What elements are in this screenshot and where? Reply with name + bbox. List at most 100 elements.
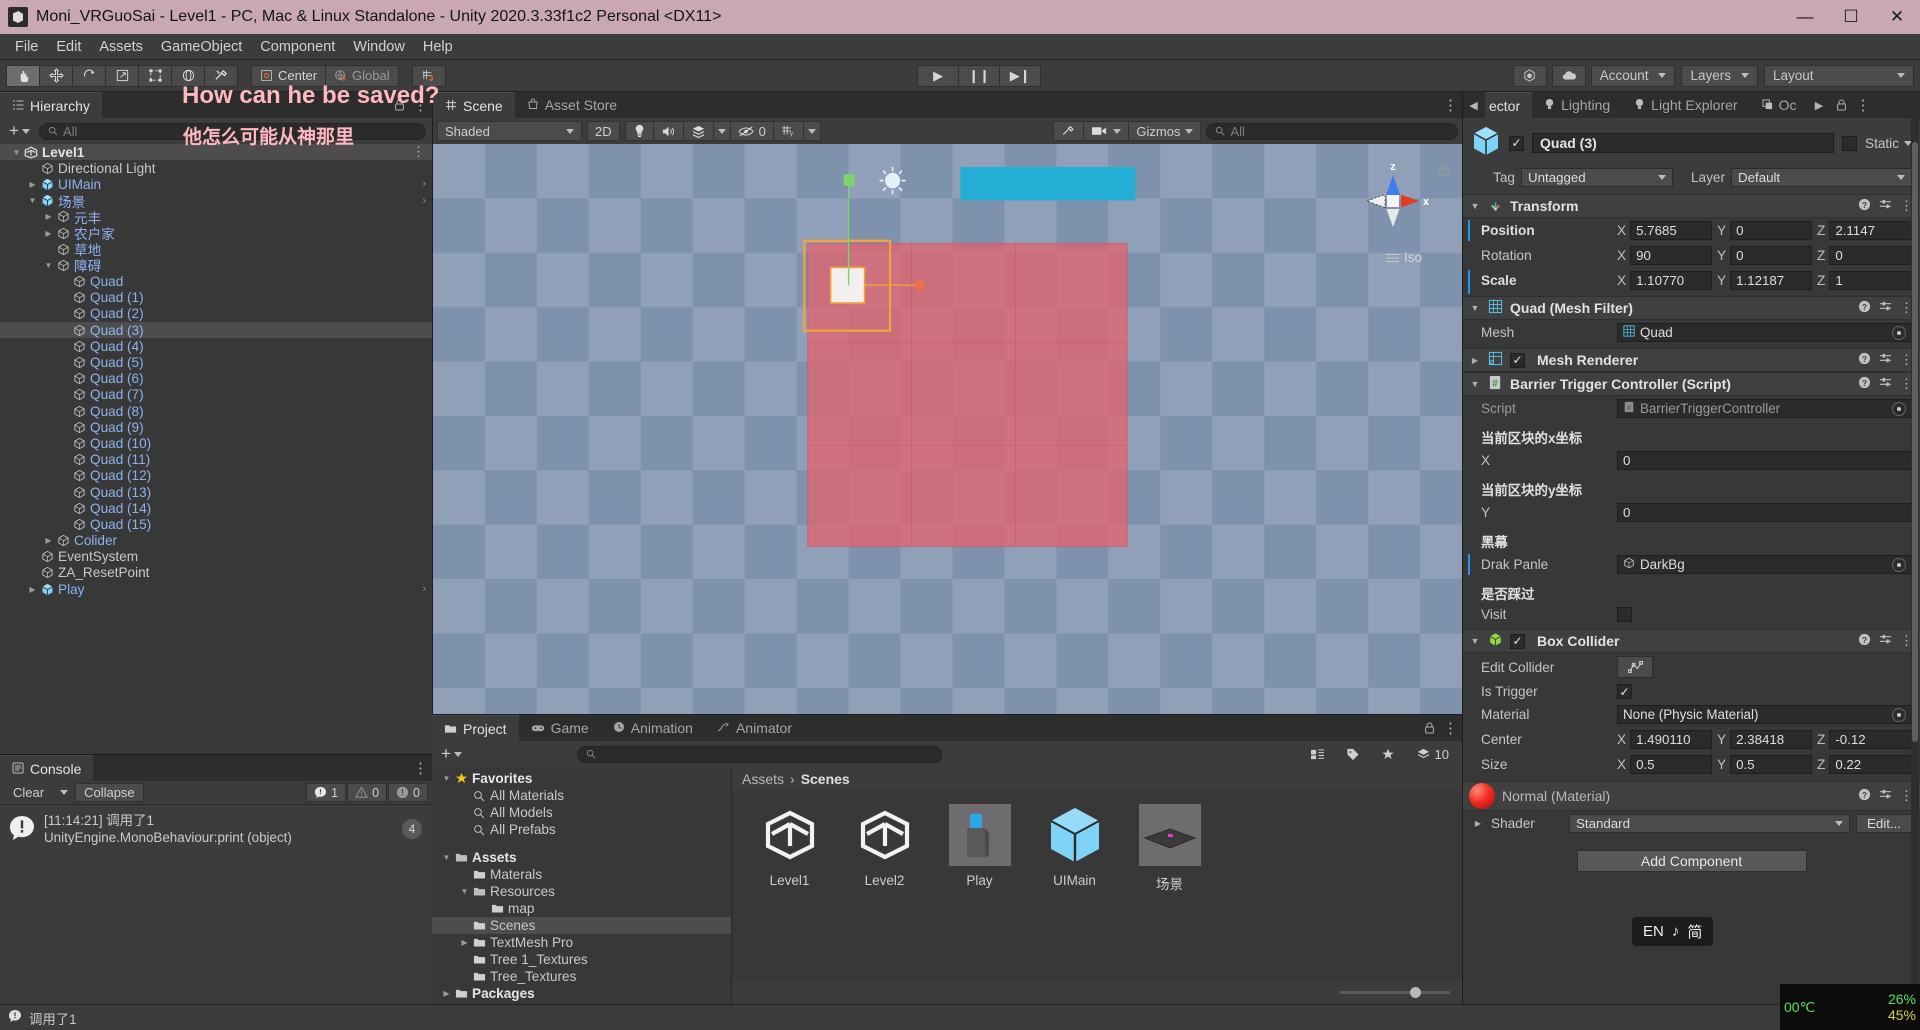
tab-lighting[interactable]: Lighting [1532, 92, 1623, 118]
project-favorite-button[interactable] [1373, 744, 1403, 764]
foldout-arrow-icon[interactable]: ▼ [1469, 303, 1481, 313]
inspector-scroll-area[interactable]: ✓ Quad (3) Static Tag Untagged Layer Def… [1463, 118, 1920, 1004]
component-header-mesh-filter[interactable]: ▼ Quad (Mesh Filter) ? ⋮ [1463, 296, 1920, 320]
dark-panel-object-field[interactable]: DarkBg [1617, 555, 1912, 574]
scale-tool-button[interactable] [105, 64, 139, 87]
twisty-icon[interactable]: ▶ [440, 989, 453, 998]
help-icon[interactable]: ? [1858, 376, 1871, 392]
asset-item[interactable]: Level1 [742, 804, 837, 888]
hierarchy-row[interactable]: ▶ Play › [0, 581, 432, 597]
hierarchy-row[interactable]: Quad (6) [0, 371, 432, 387]
hierarchy-add-button[interactable]: + [6, 121, 33, 141]
scene-grid-button[interactable]: Y [772, 121, 804, 141]
hierarchy-row[interactable]: Quad (8) [0, 403, 432, 419]
project-filter-type-button[interactable] [1302, 744, 1333, 764]
twisty-icon[interactable]: ▼ [42, 261, 55, 270]
scene-lighting-button[interactable] [624, 121, 654, 141]
project-asset-grid[interactable]: Level1 Level2 Play UIMain 场景 [732, 790, 1462, 980]
foldout-arrow-icon[interactable]: ▶ [1469, 356, 1481, 365]
foldout-arrow-icon[interactable]: ▼ [1469, 201, 1481, 211]
tab-asset-store[interactable]: Asset Store [514, 92, 630, 118]
hierarchy-row[interactable]: Quad [0, 274, 432, 290]
preset-icon[interactable] [1879, 633, 1892, 649]
position-z-field[interactable]: 2.1147 [1829, 221, 1912, 240]
scene-gizmo-lock-icon[interactable] [1438, 162, 1451, 179]
project-add-button[interactable]: + [438, 744, 465, 764]
tab-scroll-left-icon[interactable]: ◀ [1463, 92, 1485, 118]
console-entry[interactable]: [11:14:21] 调用了1 UnityEngine.MonoBehaviou… [0, 805, 432, 853]
hierarchy-row[interactable]: Quad (10) [0, 435, 432, 451]
hierarchy-row[interactable]: ▶ 农户家 [0, 225, 432, 242]
account-dropdown[interactable]: Account [1590, 64, 1676, 87]
scene-hidden-objects-button[interactable]: 0 [729, 121, 774, 141]
console-collapse-button[interactable]: Collapse [75, 783, 144, 802]
tab-project[interactable]: Project [432, 715, 519, 741]
add-component-button[interactable]: Add Component [1576, 850, 1807, 872]
hierarchy-row[interactable]: Directional Light [0, 160, 432, 176]
maximize-button[interactable]: ☐ [1828, 0, 1874, 34]
twisty-icon[interactable]: ▼ [440, 853, 453, 862]
tab-scroll-right-icon[interactable]: ▶ [1808, 92, 1830, 118]
asset-item[interactable]: UIMain [1027, 804, 1122, 888]
hierarchy-row[interactable]: ▼ Level1 ⋮ [0, 144, 432, 161]
help-icon[interactable]: ? [1858, 633, 1871, 649]
console-clear-button[interactable]: Clear [4, 783, 53, 802]
prefab-open-arrow-icon[interactable]: › [422, 195, 426, 207]
twisty-icon[interactable]: ▼ [458, 887, 471, 896]
object-picker-icon[interactable] [1892, 557, 1906, 572]
menu-item-gameobject[interactable]: GameObject [152, 36, 251, 58]
component-header-mesh-renderer[interactable]: ▶ ✓ Mesh Renderer ? ⋮ [1463, 348, 1920, 372]
slider-knob[interactable] [1410, 986, 1421, 998]
project-tree-row[interactable]: All Prefabs [432, 821, 731, 838]
component-header-script[interactable]: ▼ # Barrier Trigger Controller (Script) … [1463, 372, 1920, 396]
position-x-field[interactable]: 5.7685 [1630, 221, 1712, 240]
hierarchy-lock-icon[interactable] [388, 92, 410, 118]
component-header-material[interactable]: Normal (Material) ? ⋮ [1463, 781, 1920, 811]
cloud-icon[interactable] [1551, 64, 1586, 87]
script-y-field[interactable]: 0 [1617, 503, 1912, 522]
minimize-button[interactable]: — [1782, 0, 1828, 34]
hierarchy-row[interactable]: EventSystem [0, 549, 432, 565]
physic-material-field[interactable]: None (Physic Material) [1617, 705, 1912, 724]
hierarchy-search-input[interactable]: All [38, 122, 426, 140]
edit-collider-button[interactable] [1617, 656, 1653, 678]
component-header-box-collider[interactable]: ▼ ✓ Box Collider ? ⋮ [1463, 629, 1920, 653]
hierarchy-row[interactable]: ▶ Colider [0, 533, 432, 549]
hierarchy-row[interactable]: ZA_ResetPoint [0, 565, 432, 581]
hierarchy-row[interactable]: Quad (15) [0, 516, 432, 532]
pivot-mode-button[interactable]: Center [251, 64, 327, 87]
hierarchy-row[interactable]: ▼ 场景 › [0, 193, 432, 210]
object-picker-icon[interactable] [1892, 707, 1906, 722]
console-error-count[interactable]: 0 [388, 783, 428, 802]
asset-item[interactable]: Level2 [837, 804, 932, 888]
hierarchy-row[interactable]: Quad (14) [0, 500, 432, 516]
hierarchy-row[interactable]: Quad (5) [0, 354, 432, 370]
twisty-icon[interactable]: ▼ [26, 196, 39, 205]
scene-menu-icon[interactable]: ⋮ [1440, 92, 1462, 118]
size-z-field[interactable]: 0.22 [1829, 755, 1912, 774]
menu-item-edit[interactable]: Edit [47, 36, 90, 58]
help-icon[interactable]: ? [1858, 352, 1871, 368]
scene-snap-button[interactable] [1053, 121, 1085, 141]
hierarchy-row[interactable]: ▼ 障碍 [0, 257, 432, 274]
tab-hierarchy[interactable]: Hierarchy [0, 92, 102, 118]
layers-dropdown[interactable]: Layers [1681, 64, 1758, 87]
twisty-icon[interactable]: ▶ [42, 212, 55, 221]
tab-scene[interactable]: Scene [433, 92, 515, 118]
tab-animator[interactable]: Animator [704, 715, 804, 741]
hierarchy-row[interactable]: Quad (11) [0, 452, 432, 468]
visit-checkbox[interactable] [1617, 607, 1632, 622]
preset-icon[interactable] [1879, 300, 1892, 316]
project-tree-row[interactable]: map [432, 900, 731, 917]
layout-dropdown[interactable]: Layout [1764, 64, 1914, 87]
hierarchy-row[interactable]: 草地 [0, 241, 432, 258]
mesh-renderer-enabled-checkbox[interactable]: ✓ [1510, 352, 1525, 368]
move-tool-button[interactable] [39, 64, 73, 87]
scene-audio-button[interactable] [652, 121, 684, 141]
play-button[interactable]: ▶ [917, 64, 960, 87]
scene-orientation-gizmo[interactable]: z x [1350, 158, 1436, 244]
inspector-lock-icon[interactable] [1830, 92, 1852, 118]
hierarchy-row[interactable]: Quad (12) [0, 468, 432, 484]
hierarchy-row[interactable]: Quad (13) [0, 484, 432, 500]
help-icon[interactable]: ? [1858, 300, 1871, 316]
